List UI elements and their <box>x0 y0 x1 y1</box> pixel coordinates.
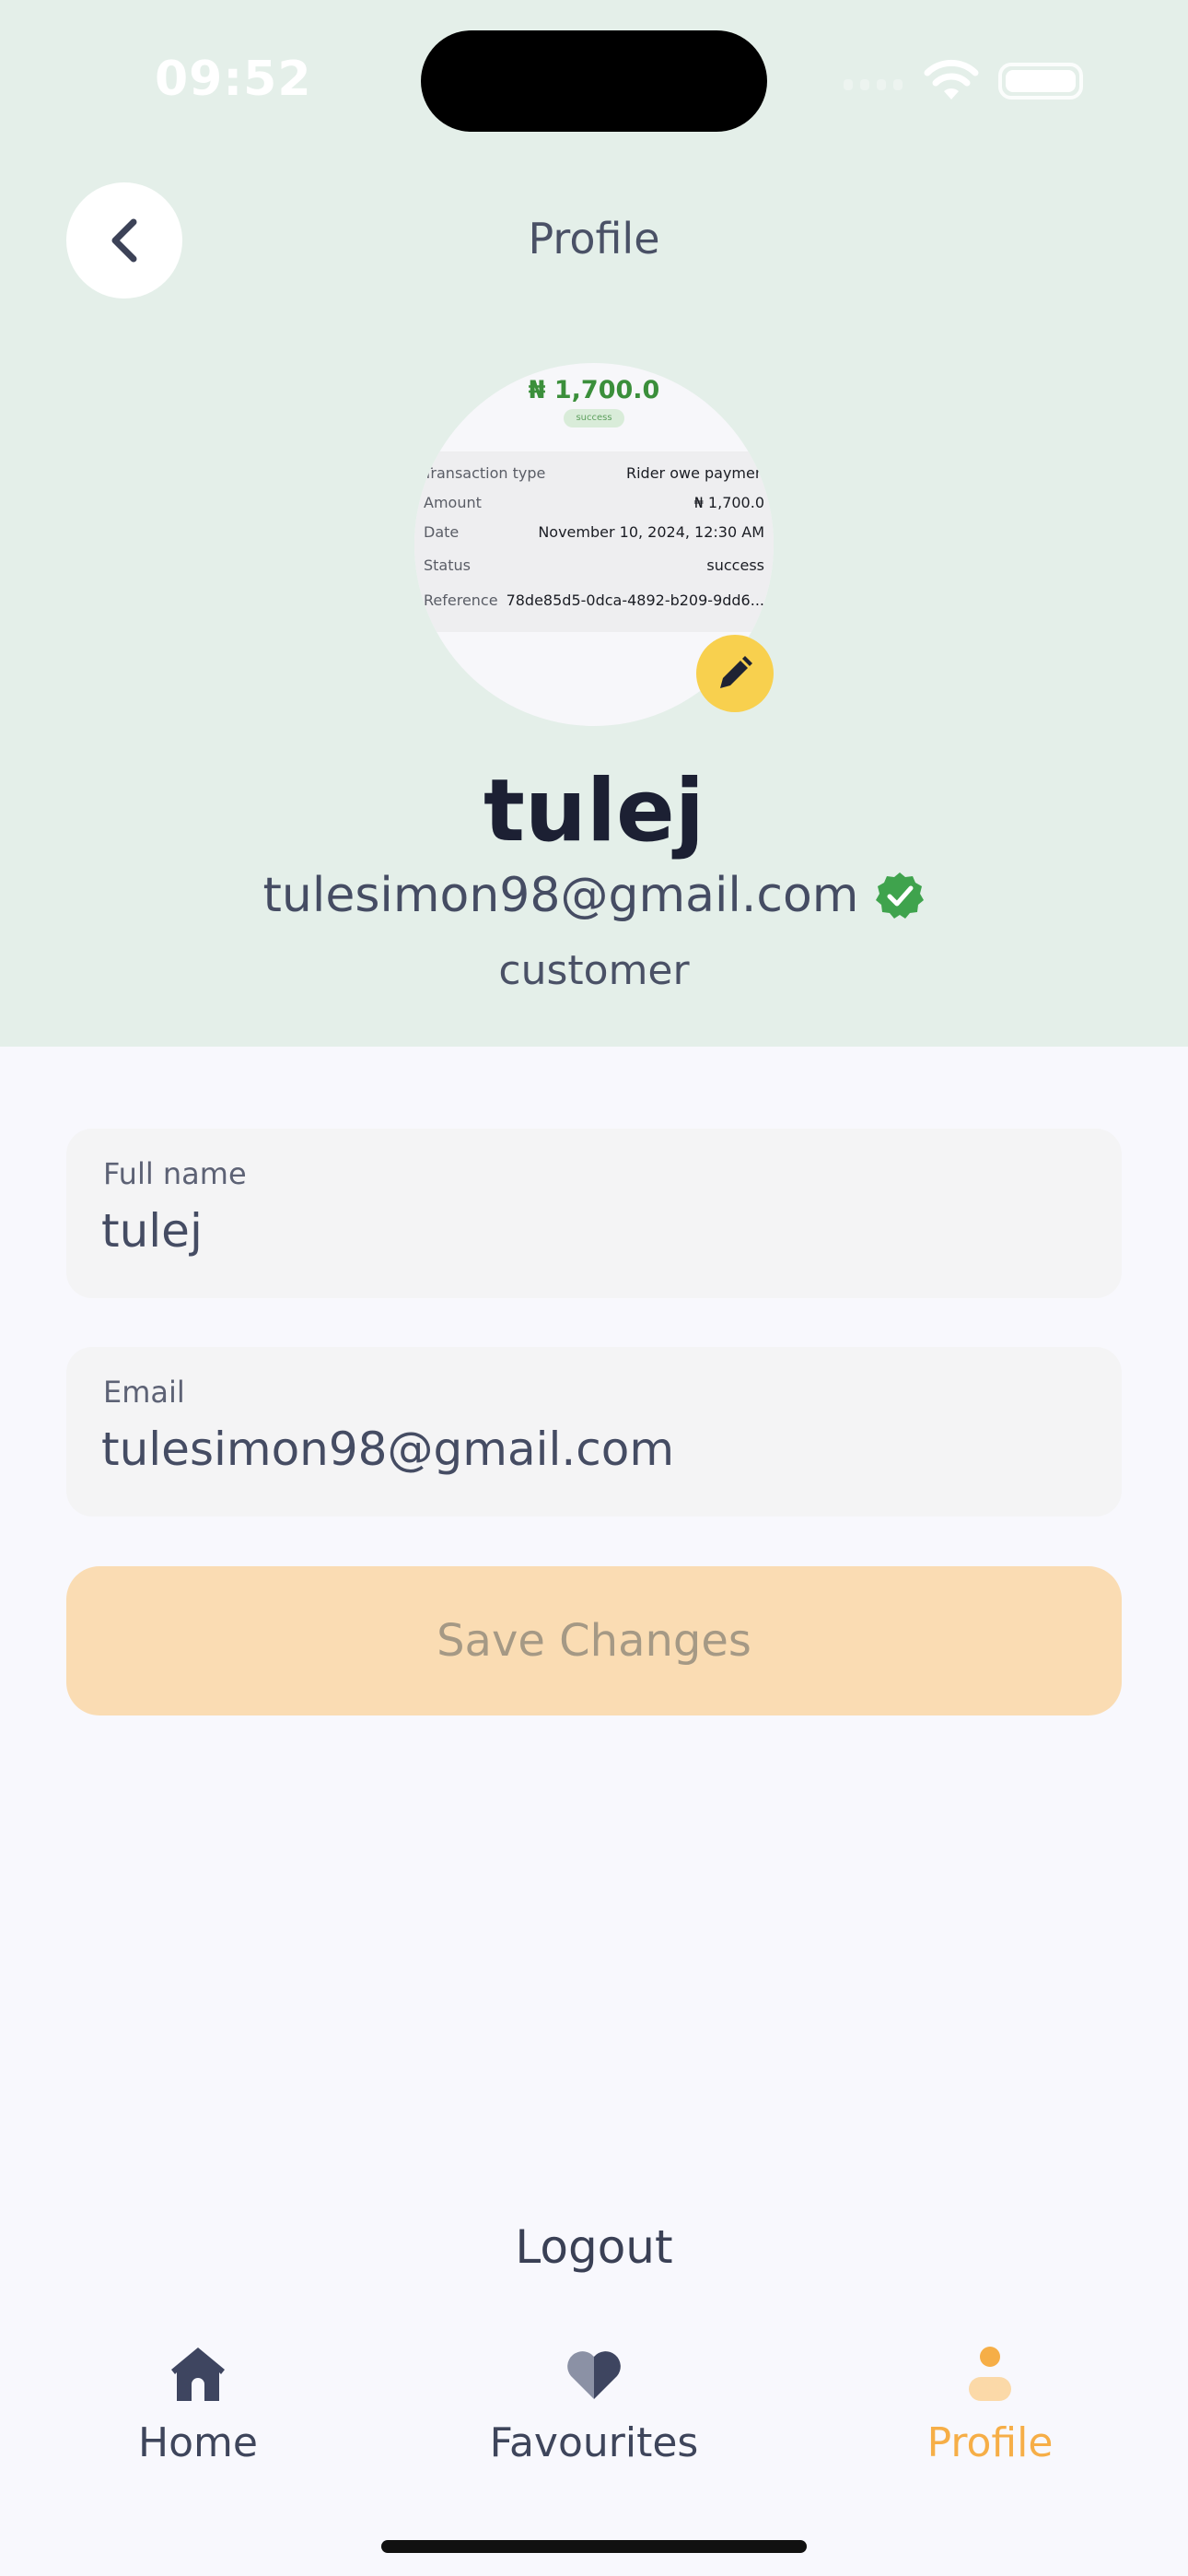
receipt-row: Amount ₦ 1,700.0 <box>424 494 764 511</box>
email-input[interactable] <box>101 1423 1087 1476</box>
full-name-input[interactable] <box>101 1204 1087 1258</box>
person-icon <box>969 2347 1011 2401</box>
profile-role: customer <box>498 947 690 994</box>
receipt-row: Status success <box>424 556 764 574</box>
profile-name: tulej <box>483 761 705 861</box>
receipt-table: Transaction type Rider owe paymen Amount ₦… <box>414 451 774 632</box>
battery-icon <box>998 63 1083 100</box>
nav-label-favourites: Favourites <box>489 2419 699 2466</box>
nav-item-profile[interactable]: Profile <box>838 2344 1142 2466</box>
receipt-status-badge: success <box>564 409 624 427</box>
nav-item-favourites[interactable]: Favourites <box>442 2344 746 2466</box>
nav-item-home[interactable]: Home <box>46 2344 350 2466</box>
heart-icon <box>567 2351 621 2399</box>
save-changes-button[interactable]: Save Changes <box>66 1566 1122 1715</box>
verified-badge-icon <box>876 872 925 919</box>
dynamic-island <box>421 30 767 132</box>
full-name-field[interactable]: Full name <box>66 1129 1122 1298</box>
receipt-row: Reference 78de85d5-0dca-4892-b209-9dd6... <box>424 591 764 609</box>
home-icon <box>171 2348 225 2401</box>
nav-label-home: Home <box>138 2419 258 2466</box>
page-title: Profile <box>528 214 660 263</box>
nav-label-profile: Profile <box>926 2419 1054 2466</box>
wifi-icon <box>924 59 979 100</box>
email-field[interactable]: Email <box>66 1347 1122 1516</box>
profile-email: tulesimon98@gmail.com <box>262 868 859 923</box>
cellular-signal-icon <box>844 79 903 90</box>
receipt-row: Date November 10, 2024, 12:30 AM <box>424 523 764 541</box>
edit-avatar-button[interactable] <box>696 635 774 712</box>
full-name-label: Full name <box>103 1156 247 1191</box>
profile-email-line: tulesimon98@gmail.com <box>0 868 1188 923</box>
receipt-amount: ₦ 1,700.0 <box>528 376 660 404</box>
receipt-row: Transaction type Rider owe paymen <box>424 464 764 482</box>
status-time: 09:52 <box>155 52 312 107</box>
logout-button[interactable]: Logout <box>0 2220 1188 2274</box>
email-label: Email <box>103 1375 185 1410</box>
home-indicator <box>381 2540 807 2553</box>
pencil-icon <box>720 656 752 688</box>
